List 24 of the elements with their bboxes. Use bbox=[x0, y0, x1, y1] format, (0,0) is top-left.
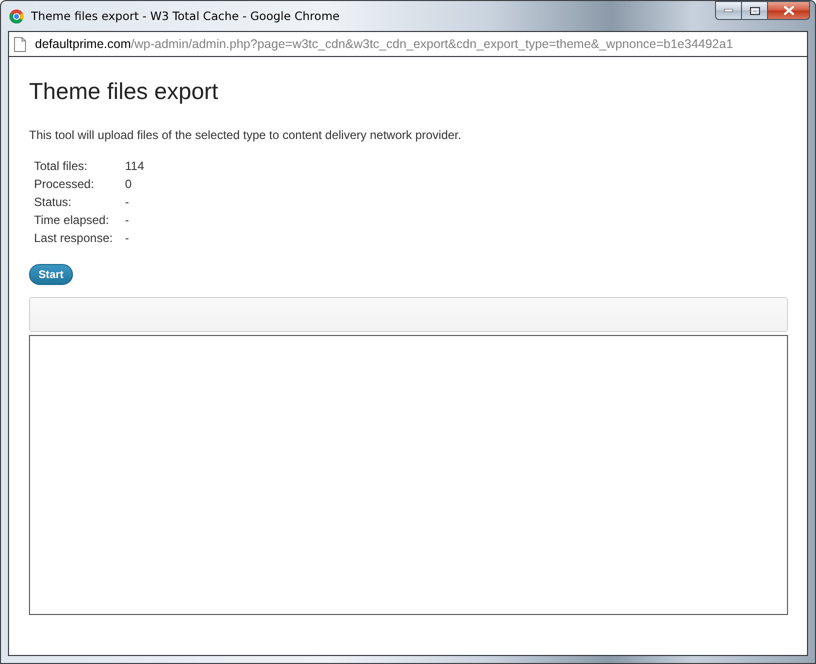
page-heading: Theme files export bbox=[29, 77, 220, 105]
close-icon bbox=[784, 6, 794, 15]
stat-value: - bbox=[125, 231, 129, 245]
stat-value: 0 bbox=[125, 177, 132, 191]
stat-value: - bbox=[125, 195, 129, 209]
page-icon bbox=[14, 36, 26, 52]
stat-value: 114 bbox=[125, 159, 144, 173]
maximize-icon bbox=[750, 6, 760, 14]
url-text[interactable]: defaultprime.com/wp-admin/admin.php?page=w3tc_cdn&w3tc_cdn_export&cdn_export_type=theme&_wpnonce=b1e34492a1 bbox=[35, 37, 734, 51]
window-title: Theme files export - W3 Total Cache - Google Chrome bbox=[31, 9, 340, 23]
maximize-button[interactable] bbox=[741, 1, 767, 20]
stat-label: Time elapsed: bbox=[34, 213, 109, 227]
minimize-button[interactable] bbox=[715, 1, 741, 20]
minimize-icon bbox=[724, 9, 733, 12]
address-bar[interactable]: defaultprime.com/wp-admin/admin.php?page=w3tc_cdn&w3tc_cdn_export&cdn_export_type=theme&_wpnonce=b1e34492a1 bbox=[8, 31, 808, 57]
stat-label: Total files: bbox=[34, 159, 88, 173]
stat-value: - bbox=[125, 213, 129, 227]
stat-label: Processed: bbox=[34, 177, 94, 191]
stat-label: Status: bbox=[34, 195, 72, 209]
chrome-logo-icon bbox=[9, 8, 24, 24]
start-button[interactable]: Start bbox=[29, 264, 73, 285]
close-button[interactable] bbox=[767, 1, 810, 20]
stat-label: Last response: bbox=[34, 231, 113, 245]
description-text: This tool will upload files of the selected type to content delivery network provider. bbox=[29, 127, 462, 143]
